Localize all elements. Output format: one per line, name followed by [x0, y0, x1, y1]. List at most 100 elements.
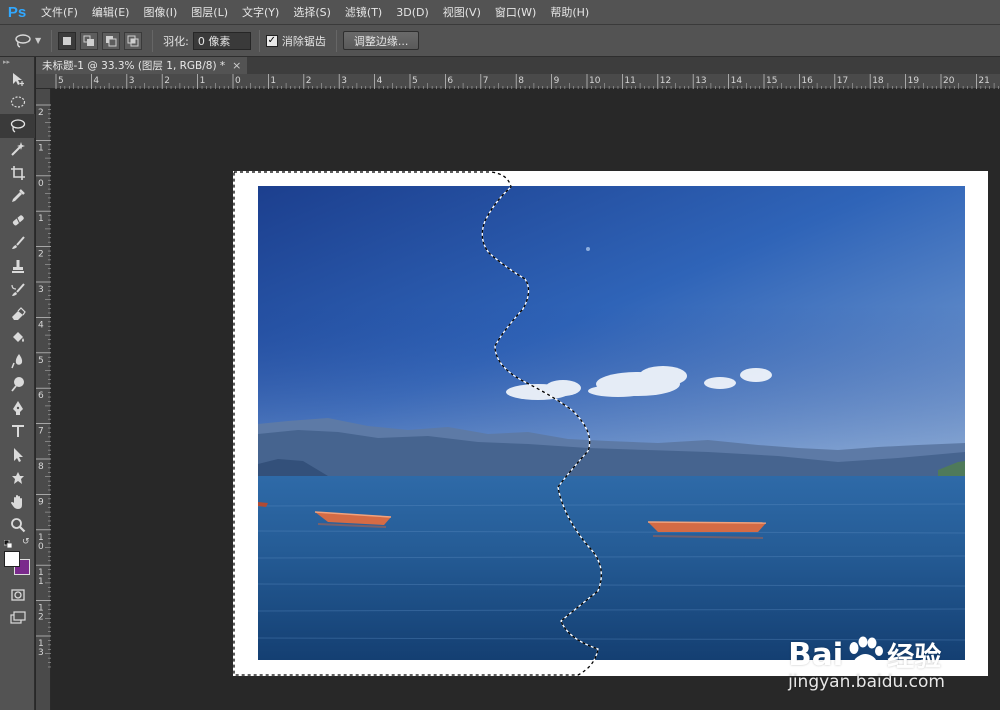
- close-icon[interactable]: ×: [232, 59, 241, 72]
- document-title: 未标题-1 @ 33.3% (图层 1, RGB/8) *: [42, 60, 226, 72]
- panel-collapse-icon[interactable]: ▸▸: [0, 57, 34, 67]
- vertical-ruler[interactable]: 21012345678910111213: [36, 89, 51, 710]
- menu-help[interactable]: 帮助(H): [543, 4, 596, 20]
- lasso-icon: [15, 33, 31, 48]
- foreground-color-swatch[interactable]: [4, 551, 20, 567]
- ruler-label: 3: [38, 648, 44, 658]
- ruler-label: 15: [766, 76, 777, 86]
- shape-tool[interactable]: [0, 467, 35, 491]
- menu-window[interactable]: 窗口(W): [488, 4, 543, 20]
- menu-layer[interactable]: 图层(L): [184, 4, 235, 20]
- quick-select-tool[interactable]: [0, 138, 35, 162]
- crop-tool[interactable]: [0, 161, 35, 185]
- screen-mode-button[interactable]: [0, 607, 35, 631]
- healing-tool[interactable]: [0, 208, 35, 232]
- feather-label: 羽化:: [163, 34, 189, 48]
- menu-3d[interactable]: 3D(D): [389, 6, 436, 19]
- ruler-label: 8: [518, 76, 524, 86]
- ruler-label: 14: [731, 76, 743, 86]
- ruler-label: 4: [93, 76, 99, 86]
- color-controls: ↺: [0, 537, 34, 583]
- pen-tool[interactable]: [0, 396, 35, 420]
- horizontal-ruler[interactable]: 5 4 3 2 1 0 1 2 3 4 5 6 7 8 9 10 11 12 13 14 15 16 17 18 19 20 21: [36, 74, 1000, 89]
- refine-edge-button[interactable]: 调整边缘...: [342, 31, 420, 50]
- path-select-icon: [13, 447, 23, 462]
- lasso-preset-picker[interactable]: ▼: [14, 33, 41, 49]
- dodge-tool[interactable]: [0, 373, 35, 397]
- new-selection-button[interactable]: [58, 31, 77, 50]
- quick-mask-button[interactable]: [0, 583, 35, 607]
- eraser-tool[interactable]: [0, 302, 35, 326]
- brush-tool[interactable]: [0, 232, 35, 256]
- ruler-label: 10: [589, 76, 601, 86]
- intersect-selection-button[interactable]: [124, 31, 143, 50]
- ruler-label: 17: [837, 76, 848, 86]
- document-canvas[interactable]: [233, 171, 988, 676]
- hand-tool[interactable]: [0, 490, 35, 514]
- paint-bucket-icon: [12, 332, 24, 343]
- ruler-label: 13: [695, 76, 706, 86]
- antialias-checkbox[interactable]: ✓: [265, 34, 278, 47]
- canvas-area[interactable]: Bai 经验 jingyan.baidu.com: [51, 89, 1000, 710]
- document-tab[interactable]: 未标题-1 @ 33.3% (图层 1, RGB/8) * ×: [36, 57, 248, 74]
- ruler-label: 7: [483, 76, 489, 86]
- lasso-tool[interactable]: [0, 114, 35, 138]
- ruler-label: 20: [943, 76, 955, 86]
- feather-input[interactable]: [192, 31, 251, 50]
- menu-bar: Ps 文件(F) 编辑(E) 图像(I) 图层(L) 文字(Y) 选择(S) 滤…: [0, 0, 1000, 25]
- ruler-label: 2: [38, 250, 44, 260]
- paint-bucket-tool[interactable]: [0, 326, 35, 350]
- menu-view[interactable]: 视图(V): [436, 4, 488, 20]
- ruler-label: 2: [164, 76, 170, 86]
- menu-select[interactable]: 选择(S): [286, 4, 338, 20]
- history-brush-tool[interactable]: [0, 279, 35, 303]
- ruler-label: 16: [801, 76, 813, 86]
- blur-tool[interactable]: [0, 349, 35, 373]
- options-bar: ▼ 羽化: ✓ 消除锯齿 调整边缘...: [0, 25, 1000, 57]
- zoom-tool[interactable]: [0, 514, 35, 538]
- move-icon: [12, 72, 24, 86]
- ruler-label: 5: [412, 76, 418, 86]
- crop-icon: [10, 165, 25, 180]
- type-tool[interactable]: [0, 420, 35, 444]
- ruler-label: 5: [38, 356, 44, 366]
- path-select-tool[interactable]: [0, 443, 35, 467]
- photoshop-logo: Ps: [7, 3, 27, 21]
- brush-icon: [11, 236, 25, 250]
- menu-edit[interactable]: 编辑(E): [85, 4, 137, 20]
- horizontal-ruler-ticks: 5 4 3 2 1 0 1 2 3 4 5 6 7 8 9 10 11 12 13 14 15 16 17 18 19 20 21: [55, 74, 999, 89]
- menu-image[interactable]: 图像(I): [136, 4, 184, 20]
- elliptical-marquee-icon: [10, 96, 25, 108]
- menu-filter[interactable]: 滤镜(T): [338, 4, 389, 20]
- antialias-label: 消除锯齿: [281, 34, 326, 48]
- divider: [51, 29, 53, 52]
- ruler-label: 2: [306, 76, 312, 86]
- ruler-label: 1: [38, 214, 44, 224]
- zoom-icon: [10, 518, 25, 533]
- subtract-selection-icon: [106, 35, 117, 46]
- subtract-selection-button[interactable]: [102, 31, 121, 50]
- intersect-selection-icon: [127, 35, 139, 46]
- ruler-label: 6: [38, 391, 44, 401]
- ruler-label: 0: [38, 179, 44, 189]
- clone-stamp-tool[interactable]: [0, 255, 35, 279]
- divider: [335, 29, 337, 52]
- ruler-label: 1: [38, 577, 44, 587]
- quick-mask-icon: [10, 589, 25, 601]
- add-selection-button[interactable]: [80, 31, 99, 50]
- default-colors-icon[interactable]: [4, 540, 13, 549]
- swap-colors-icon[interactable]: ↺: [22, 537, 30, 547]
- lasso-selection-outline: [233, 171, 602, 676]
- move-tool[interactable]: [0, 67, 35, 91]
- divider: [152, 29, 154, 52]
- screen-mode-icon: [9, 611, 26, 624]
- eyedropper-tool[interactable]: [0, 185, 35, 209]
- ruler-label: 8: [38, 462, 44, 472]
- add-selection-icon: [83, 35, 95, 46]
- marquee-tool[interactable]: [0, 91, 35, 115]
- ruler-label: 1: [270, 76, 276, 86]
- menu-type[interactable]: 文字(Y): [235, 4, 286, 20]
- blur-drop-icon: [10, 353, 22, 369]
- eraser-icon: [11, 306, 26, 320]
- menu-file[interactable]: 文件(F): [34, 4, 85, 20]
